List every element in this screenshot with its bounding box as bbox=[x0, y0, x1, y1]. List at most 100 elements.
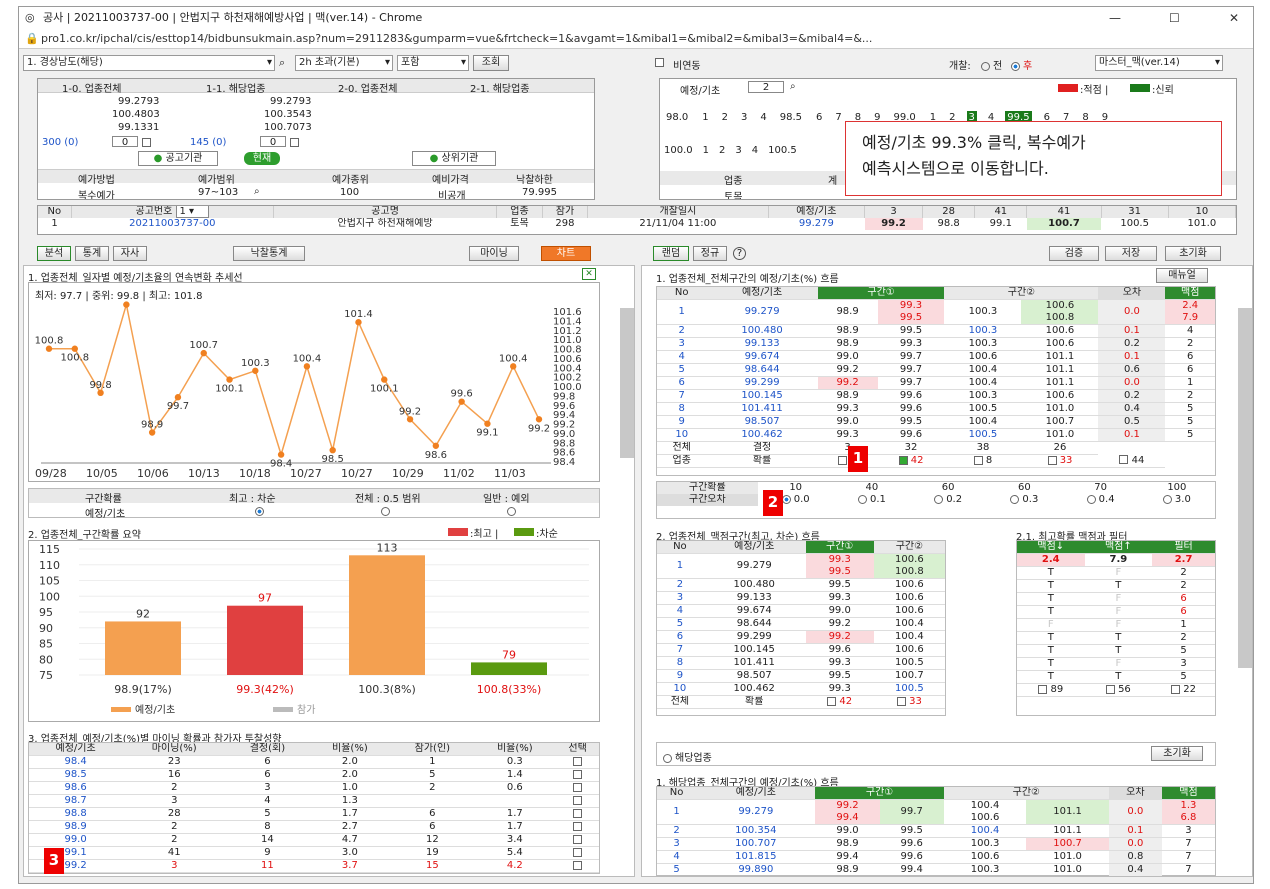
select-checkbox[interactable] bbox=[556, 768, 599, 782]
checkbox-1[interactable] bbox=[142, 137, 151, 148]
industry-radio[interactable]: 해당업종 bbox=[663, 749, 712, 764]
mining-cell: 3 bbox=[122, 794, 227, 808]
maximize-icon[interactable]: ☐ bbox=[1169, 7, 1180, 29]
prob-checkbox[interactable]: 56 bbox=[1105, 684, 1131, 695]
manual-button[interactable]: 매뉴얼 bbox=[1156, 268, 1208, 283]
search-icon[interactable]: ⌕ bbox=[790, 81, 796, 92]
rtable21-cell: T bbox=[1017, 631, 1085, 645]
rtable2-cell: 99.5 bbox=[805, 578, 874, 592]
prob-checkbox[interactable]: 8 bbox=[973, 455, 992, 466]
gugan-radio[interactable]: 0.2 bbox=[910, 494, 986, 506]
chevron-down-icon: ▾ bbox=[266, 57, 272, 68]
yejeong-label: 예정/기초 bbox=[680, 86, 721, 97]
yejeong-cell[interactable]: 100.5 bbox=[768, 145, 797, 156]
opt-all-radio[interactable]: 전 bbox=[981, 57, 1002, 72]
mining-cell: 3.4 bbox=[473, 833, 557, 847]
yejeong-cell[interactable]: 3 bbox=[739, 111, 749, 124]
select-checkbox[interactable] bbox=[556, 755, 599, 769]
upper-agency-button[interactable]: ● 상위기관 bbox=[412, 151, 496, 166]
yejeong-cell[interactable]: 1 bbox=[700, 111, 710, 124]
yejeong-cell[interactable]: 98.0 bbox=[664, 111, 690, 124]
table-row: TT2 bbox=[1017, 579, 1215, 593]
prob-checkbox[interactable]: 42 bbox=[898, 455, 923, 466]
gugan-radio[interactable]: 0.1 bbox=[834, 494, 910, 506]
yejeong-cell[interactable]: 1 bbox=[703, 145, 709, 156]
master-select[interactable]: 마스터_맥(ver.14) ▾ bbox=[1095, 55, 1223, 71]
notice-combo[interactable]: 1 ▾ bbox=[175, 206, 210, 218]
input-2[interactable]: 0 bbox=[260, 136, 286, 148]
agency-button[interactable]: ● 공고기관 bbox=[138, 151, 218, 166]
select-checkbox[interactable] bbox=[556, 781, 599, 795]
search-button[interactable]: 조회 bbox=[473, 55, 509, 71]
gugan-radio[interactable]: 0.4 bbox=[1063, 494, 1139, 506]
tab-analysis[interactable]: 분석 bbox=[37, 246, 71, 261]
prob-checkbox[interactable]: 22 bbox=[1171, 684, 1196, 695]
now-button[interactable]: 현재 bbox=[244, 152, 280, 165]
rtable2-cell: 100.5 bbox=[873, 656, 945, 670]
yejeong-cell[interactable]: 2 bbox=[720, 111, 730, 124]
tab-random[interactable]: 랜덤 bbox=[653, 246, 689, 261]
tab-stats[interactable]: 통계 bbox=[75, 246, 109, 261]
reset-button[interactable]: 초기화 bbox=[1165, 246, 1221, 261]
select-checkbox[interactable] bbox=[556, 794, 599, 808]
region-select[interactable]: 1. 경상남도(해당) ▾ bbox=[23, 55, 275, 71]
opt-after-radio[interactable]: 후 bbox=[1011, 57, 1032, 72]
minimize-icon[interactable]: — bbox=[1109, 7, 1121, 29]
yejeong-cell[interactable]: 2 bbox=[719, 145, 725, 156]
select-checkbox[interactable] bbox=[556, 820, 599, 834]
bar-value-label: 97 bbox=[258, 592, 272, 605]
yejeong-cell[interactable]: 6 bbox=[814, 111, 824, 124]
tab-normal[interactable]: 정규 bbox=[693, 246, 727, 261]
industry-reset-button[interactable]: 초기화 bbox=[1151, 746, 1203, 761]
select-checkbox[interactable] bbox=[556, 846, 599, 860]
notice-row[interactable]: 1 20211003737-00 안법지구 하천재해예방 토목 298 21/11/04 … bbox=[38, 218, 1236, 230]
select-checkbox[interactable] bbox=[556, 807, 599, 821]
right-scrollbar[interactable] bbox=[1238, 308, 1252, 668]
prob-checkbox[interactable]: 44 bbox=[1119, 455, 1144, 466]
rtable2-cell: 100.7 bbox=[873, 669, 945, 683]
verify-button[interactable]: 검증 bbox=[1049, 246, 1099, 261]
help-icon[interactable]: ? bbox=[733, 247, 746, 260]
input-1[interactable]: 0 bbox=[112, 136, 138, 148]
tab-award-stats[interactable]: 낙찰통계 bbox=[233, 246, 305, 261]
prob-radio-1[interactable] bbox=[255, 506, 267, 517]
yejeong-input[interactable]: 2 bbox=[748, 81, 784, 93]
prob-checkbox[interactable]: 42 bbox=[827, 696, 852, 707]
prob-checkbox[interactable]: 33 bbox=[1047, 455, 1072, 466]
type-select[interactable]: 포함 ▾ bbox=[397, 55, 469, 71]
tab-chart[interactable]: 차트 bbox=[541, 246, 591, 261]
yejeong-cell[interactable]: 7 bbox=[833, 111, 843, 124]
yejeong-cell[interactable]: 98.5 bbox=[778, 111, 804, 124]
period-select[interactable]: 2h 초과(기본) ▾ bbox=[295, 55, 393, 71]
data-point bbox=[123, 301, 130, 308]
select-checkbox[interactable] bbox=[556, 859, 599, 873]
excel-icon[interactable]: ✕ bbox=[582, 268, 596, 280]
prob-checkbox[interactable]: 89 bbox=[1038, 684, 1063, 695]
prob-checkbox[interactable]: 33 bbox=[896, 696, 922, 707]
yejeong-cell[interactable]: 100.0 bbox=[664, 145, 693, 156]
search-icon[interactable]: ⌕ bbox=[279, 56, 285, 70]
gugan-radio[interactable]: 3.0 bbox=[1139, 494, 1215, 506]
rtable2-cell: 100.4 bbox=[873, 630, 945, 644]
nonlink-checkbox[interactable] bbox=[655, 57, 664, 68]
close-icon[interactable]: ✕ bbox=[1229, 7, 1239, 29]
prob-radio-3[interactable] bbox=[507, 506, 519, 517]
left-scrollbar[interactable] bbox=[620, 308, 634, 458]
select-checkbox[interactable] bbox=[556, 833, 599, 847]
yejeong-cell[interactable]: 4 bbox=[758, 111, 768, 124]
checkbox-2[interactable] bbox=[290, 137, 299, 148]
rtable1-cell: 5 bbox=[1165, 402, 1215, 416]
gugan-radio[interactable]: 0.3 bbox=[986, 494, 1062, 506]
address-bar[interactable]: 🔒 pro1.co.kr/ipchal/cis/esttop14/bidbuns… bbox=[19, 29, 1253, 49]
mining-header-row: 예정/기초 마이닝(%) 결정(회) 비율(%) 참가(인) 비율(%) 선택 bbox=[29, 743, 599, 756]
search-icon[interactable]: ⌕ bbox=[254, 186, 260, 197]
rtable1-cell: 99.3 bbox=[817, 428, 878, 442]
save-button[interactable]: 저장 bbox=[1105, 246, 1157, 261]
rtable2-cell: 100.6 bbox=[873, 604, 945, 618]
prob-radio-2[interactable] bbox=[381, 506, 393, 517]
table-row: 1 99.279 98.9 99.3 99.5 100.3 100.6 100.8 0.0 2.4… bbox=[657, 299, 1215, 325]
tab-mining[interactable]: 마이닝 bbox=[469, 246, 519, 261]
tab-company[interactable]: 자사 bbox=[113, 246, 147, 261]
yejeong-cell[interactable]: 4 bbox=[752, 145, 758, 156]
yejeong-cell[interactable]: 3 bbox=[735, 145, 741, 156]
